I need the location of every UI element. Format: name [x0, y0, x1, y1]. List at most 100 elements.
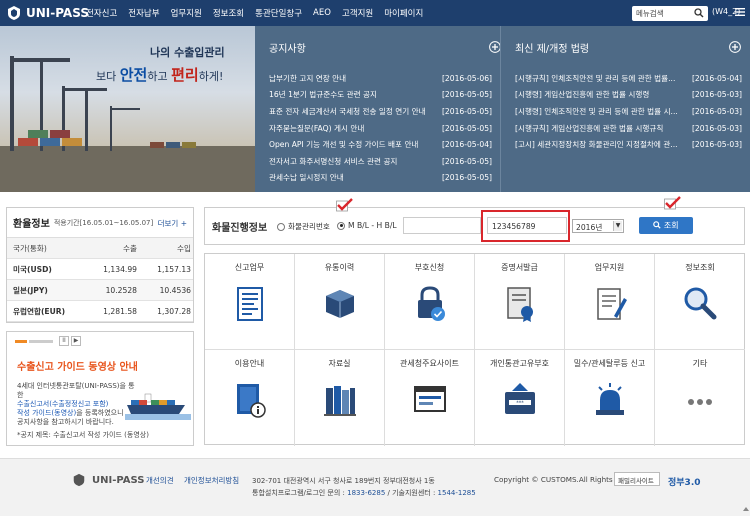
privacy-policy-link[interactable]: 개인정보처리방침	[184, 475, 239, 486]
law-item-title[interactable]: [시행규칙] 인체조직안전 및 관리 등에 관한 법률...	[515, 73, 675, 84]
menu-work-support[interactable]: 업무지원	[171, 7, 202, 19]
law-item-title[interactable]: [시행규칙] 게임산업진흥에 관한 법률 시행규칙	[515, 123, 663, 134]
menu-info-search[interactable]: 정보조회	[213, 7, 244, 19]
radio-button[interactable]	[277, 222, 285, 231]
mbl-input[interactable]	[403, 217, 481, 234]
law-item-title[interactable]: [시행령] 인체조직안전 및 관리 등에 관한 법률 시...	[515, 106, 678, 117]
latest-laws-more-plus-icon[interactable]	[729, 41, 741, 53]
service-certificate[interactable]: 증명서발급	[475, 254, 565, 350]
menu-single-window[interactable]: 통관단일창구	[255, 7, 302, 19]
hamburger-menu-icon[interactable]	[735, 7, 745, 17]
notice-item-title[interactable]: 관세수납 일시정지 안내	[269, 172, 344, 183]
law-item-title[interactable]: [시행령] 게임산업진흥에 관한 법률 시행령	[515, 89, 649, 100]
search-icon[interactable]	[694, 8, 704, 18]
form-icon	[237, 287, 263, 321]
law-item[interactable]: [시행령] 인체조직안전 및 관리 등에 관한 법률 시... [2016-05-…	[515, 103, 742, 120]
service-work-support[interactable]: 업무지원	[565, 254, 655, 350]
law-item[interactable]: [시행규칙] 게임산업진흥에 관한 법률 시행규칙 [2016-05-03]	[515, 120, 742, 137]
notice-item[interactable]: 16년 1분기 법규준수도 관련 공지 [2016-05-05]	[269, 87, 492, 104]
law-item-title[interactable]: [고시] 세관지정장치장 화물관리인 지정절차에 관...	[515, 139, 678, 150]
radio-mbl-hbl[interactable]: M B/L - H B/L	[337, 221, 397, 230]
notice-item-title[interactable]: 자주묻는질문(FAQ) 게시 안내	[269, 123, 364, 134]
notice-item[interactable]: Open API 기능 개선 및 수정 가이드 배포 안내 [2016-05-04…	[269, 136, 492, 153]
law-item[interactable]: [시행령] 게임산업진흥에 관한 법률 시행령 [2016-05-03]	[515, 87, 742, 104]
guide-title[interactable]: 수출신고 가이드 동영상 안내	[17, 358, 138, 373]
menu-customer-support[interactable]: 고객지원	[342, 7, 373, 19]
notice-title: 공지사항	[269, 44, 306, 55]
service-info-search[interactable]: 정보조회	[655, 254, 745, 350]
notice-item-date: [2016-05-05]	[441, 90, 492, 100]
search-button[interactable]: 조회	[639, 217, 693, 234]
service-user-guide[interactable]: 이용안내	[205, 350, 295, 446]
notice-item[interactable]: 전자서고 화주서명신청 서비스 관련 공지 [2016-05-05]	[269, 153, 492, 170]
notice-item-date: [2016-05-05]	[441, 106, 492, 116]
red-checkmark-icon	[664, 196, 681, 210]
notice-item[interactable]: 자주묻는질문(FAQ) 게시 안내 [2016-05-05]	[269, 120, 492, 137]
law-item-date: [2016-05-03]	[691, 140, 742, 150]
lock-icon	[418, 286, 445, 321]
menu-search-placeholder: 메뉴검색	[636, 9, 664, 18]
guide-link-export-declaration[interactable]: 수출신고서(수출정정신고 포함)	[17, 400, 137, 409]
exchange-title: 환율정보	[13, 219, 50, 230]
cargo-ship-illustration	[125, 393, 191, 420]
footer-address: 302-701 대전광역시 서구 청사로 189번지 정부대전청사 1동 통합설…	[252, 475, 476, 499]
more-icon	[688, 399, 712, 405]
notice-item-title[interactable]: 16년 1분기 법규준수도 관련 공지	[269, 89, 377, 100]
notice-item-title[interactable]: 표준 전자 세금계산서 국세청 전송 일정 연기 안내	[269, 106, 426, 117]
notice-item-date: [2016-05-05]	[441, 173, 492, 183]
search-button-label: 조회	[663, 221, 679, 230]
law-item-date: [2016-05-03]	[691, 90, 742, 100]
top-nav-bar: UNI-PASS 전자신고 전자납부 업무지원 정보조회 통관단일창구 AEO …	[0, 0, 750, 26]
law-item[interactable]: [시행규칙] 인체조직안전 및 관리 등에 관한 법률... [2016-05-0…	[515, 70, 742, 87]
service-declaration[interactable]: 신고업무	[205, 254, 295, 350]
hero-accent-convenient: 편리	[171, 66, 199, 84]
notice-item-title[interactable]: Open API 기능 개선 및 수정 가이드 배포 안내	[269, 139, 418, 150]
svg-text:***: ***	[516, 401, 524, 407]
document-pen-icon	[597, 288, 627, 320]
pause-button[interactable]: II	[59, 336, 69, 346]
radio-button-selected[interactable]	[337, 221, 345, 230]
slide-indicator[interactable]	[29, 339, 53, 343]
hero-accent-safe: 안전	[119, 66, 148, 84]
tracking-title: 화물진행정보	[212, 223, 268, 234]
service-archive[interactable]: 자료실	[295, 350, 385, 446]
notice-item[interactable]: 관세수납 일시정지 안내 [2016-05-05]	[269, 170, 492, 187]
scroll-top-icon[interactable]	[742, 505, 750, 513]
customs-emblem-icon	[8, 6, 20, 20]
service-etc[interactable]: 기타	[655, 350, 745, 446]
search-icon	[653, 221, 662, 229]
service-menu-grid: 신고업무 유통이력 부호신청 증명서발급 업무지원 정보조회 이용안내 자료실 …	[204, 253, 745, 446]
gov-logo-text: 정부3.0	[668, 478, 701, 488]
menu-my-page[interactable]: 마이페이지	[384, 7, 423, 19]
guide-link-video[interactable]: 작성 가이드(동영상)	[17, 409, 76, 417]
service-smuggling-report[interactable]: 밀수/관세탈루등 신고	[565, 350, 655, 446]
notice-item[interactable]: 납부기한 고지 연장 안내 [2016-05-06]	[269, 70, 492, 87]
notice-item[interactable]: 표준 전자 세금계산서 국세청 전송 일정 연기 안내 [2016-05-05]	[269, 103, 492, 120]
menu-e-payment[interactable]: 전자납부	[128, 7, 159, 19]
service-label: 관세청주요사이트	[400, 359, 459, 368]
service-customs-sites[interactable]: 관세청주요사이트	[385, 350, 475, 446]
siren-icon	[596, 383, 624, 415]
slide-indicator-active[interactable]	[15, 339, 27, 343]
exchange-more-link[interactable]: 더보기 +	[158, 218, 187, 229]
law-item[interactable]: [고시] 세관지정장치장 화물관리인 지정절차에 관... [2016-05-03…	[515, 136, 742, 153]
service-personal-customs-code[interactable]: 개인통관고유부호 ***	[475, 350, 565, 446]
exchange-period: 적용기간[16.05.01~16.05.07]	[53, 218, 154, 227]
radio-cargo-number[interactable]: 화물관리번호	[277, 221, 330, 232]
menu-aeo[interactable]: AEO	[313, 8, 331, 18]
service-distribution-history[interactable]: 유통이력	[295, 254, 385, 350]
service-code-application[interactable]: 부호신청	[385, 254, 475, 350]
notice-item-title[interactable]: 전자서고 화주서명신청 서비스 관련 공지	[269, 156, 397, 167]
contact-label: / 기술지원센터 :	[385, 489, 438, 497]
menu-e-filing[interactable]: 전자신고	[86, 7, 117, 19]
unipass-logo[interactable]: UNI-PASS	[6, 4, 89, 22]
feedback-link[interactable]: 개선의견	[146, 475, 174, 486]
notice-item-title[interactable]: 납부기한 고지 연장 안내	[269, 73, 346, 84]
footer-logo-text: UNI-PASS	[92, 474, 145, 486]
menu-search-input[interactable]: 메뉴검색	[632, 6, 708, 21]
next-button[interactable]: ▶	[71, 336, 81, 346]
family-site-select[interactable]: 패밀리사이트	[614, 472, 660, 486]
notice-item-date: [2016-05-05]	[441, 156, 492, 166]
year-select[interactable]: 2016년 ▼	[572, 219, 624, 233]
chevron-down-icon[interactable]: ▼	[613, 221, 622, 231]
